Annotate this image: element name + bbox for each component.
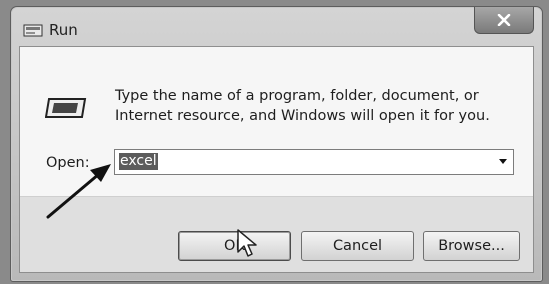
dialog-client-area: Type the name of a program, folder, docu… [19, 46, 534, 273]
close-icon [497, 14, 511, 26]
run-window: Run Type the name of a program, folder, … [10, 6, 543, 282]
open-combobox[interactable]: excel [114, 149, 514, 175]
browse-button[interactable]: Browse... [423, 231, 520, 261]
close-button[interactable] [474, 7, 534, 34]
run-icon [45, 98, 87, 118]
open-input[interactable]: excel [119, 153, 158, 170]
ok-button[interactable]: OK [178, 231, 291, 261]
window-title: Run [49, 21, 78, 39]
mouse-cursor-icon [237, 229, 257, 257]
run-app-icon [23, 24, 43, 37]
open-label: Open: [46, 155, 90, 171]
instruction-text: Type the name of a program, folder, docu… [115, 88, 490, 124]
cancel-button[interactable]: Cancel [301, 231, 414, 261]
dropdown-arrow-icon[interactable] [499, 159, 507, 164]
